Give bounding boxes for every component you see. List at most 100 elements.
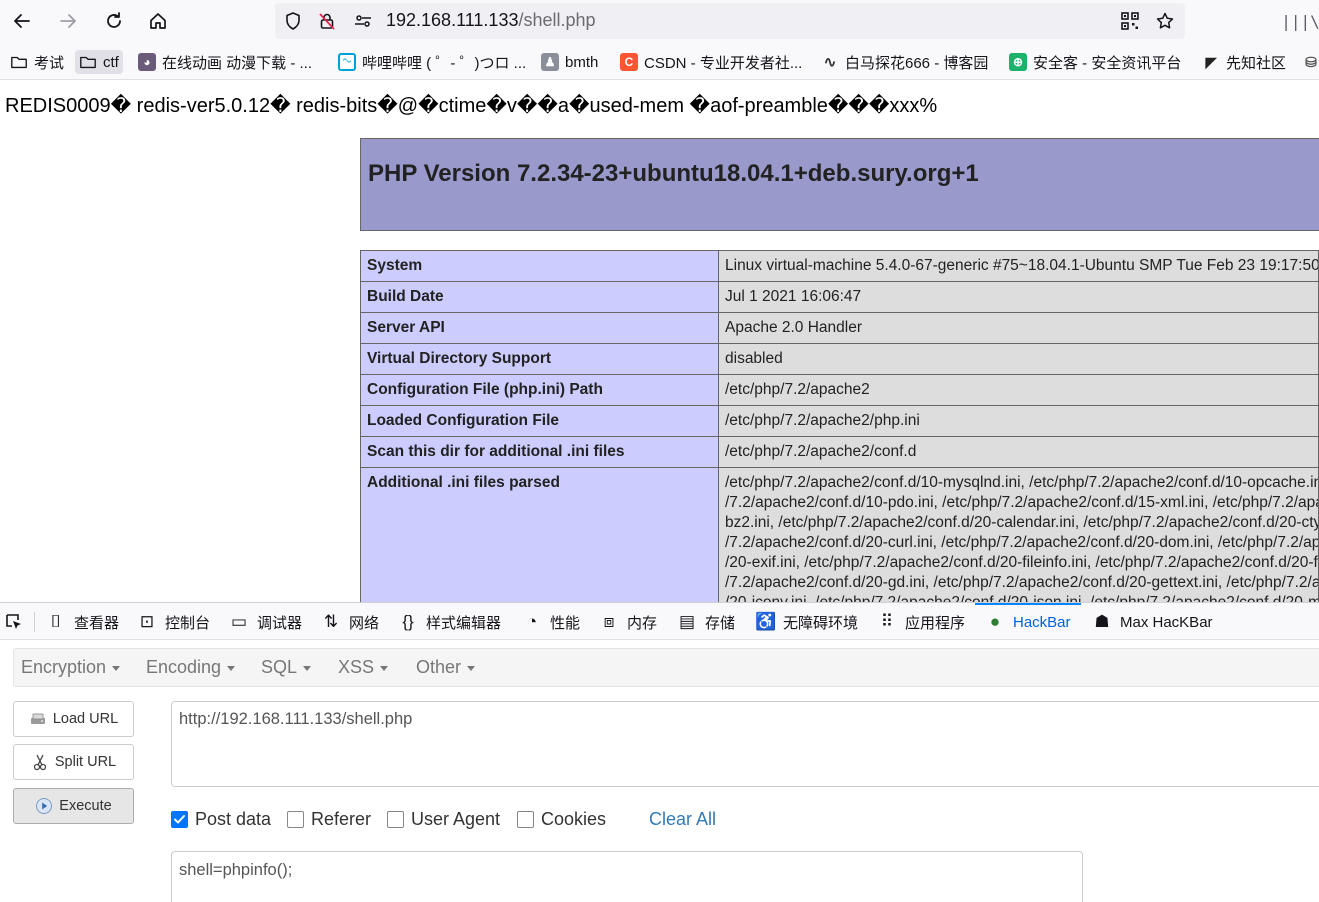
style-editor-icon: {} (402, 612, 414, 631)
tab-performance[interactable]: ◔ 性能 (522, 603, 580, 641)
redis-dump-text: REDIS0009� redis-ver5.0.12� redis-bits�@… (5, 95, 938, 117)
page-settings-icon[interactable] (353, 11, 373, 31)
user-agent-checkbox[interactable]: User Agent (387, 809, 500, 830)
row-value: Apache 2.0 Handler (718, 312, 1319, 344)
table-row: Server API Apache 2.0 Handler (360, 312, 1319, 344)
insecure-lock-icon[interactable] (317, 11, 337, 31)
forward-arrow-icon (60, 14, 76, 28)
table-row: Additional .ini files parsed /etc/php/7.… (360, 467, 1319, 602)
table-row: Scan this dir for additional .ini files … (360, 436, 1319, 468)
inspector-icon: ⌷ (50, 612, 62, 631)
tab-application[interactable]: ⠿ 应用程序 (877, 603, 965, 641)
tab-style-editor[interactable]: {} 样式编辑器 (398, 603, 501, 641)
execute-button[interactable]: Execute (13, 788, 134, 824)
home-button[interactable] (142, 5, 174, 37)
scissors-icon (31, 753, 49, 771)
caret-down-icon (380, 665, 389, 671)
tab-max-hackbar[interactable]: ☗ Max HacKBar (1092, 603, 1212, 641)
tab-storage[interactable]: ▤ 存储 (677, 603, 735, 641)
row-key: Scan this dir for additional .ini files (360, 436, 719, 468)
bilibili-favicon: ᵔᵕ (338, 53, 356, 71)
library-icon[interactable]: |||\ (1281, 5, 1319, 37)
tab-inspector[interactable]: ⌷ 查看器 (46, 603, 119, 641)
checkbox-unchecked-icon[interactable] (517, 811, 534, 828)
tab-label: 控制台 (165, 614, 211, 632)
tab-accessibility[interactable]: ♿ 无障碍环境 (755, 603, 858, 641)
tracking-protection-shield-icon[interactable] (283, 11, 303, 31)
tab-label: 样式编辑器 (426, 614, 502, 632)
tab-label: 网络 (349, 614, 380, 632)
url-host: 192.168.111.133 (386, 10, 519, 30)
tab-label: HackBar (1013, 613, 1071, 631)
bookmark-csdn[interactable]: C CSDN - 专业开发者社... (620, 50, 802, 74)
reload-icon (107, 12, 121, 28)
tab-console[interactable]: ⊡ 控制台 (137, 603, 210, 641)
caret-down-icon (227, 665, 236, 671)
cookies-checkbox[interactable]: Cookies (517, 809, 606, 830)
load-url-button[interactable]: Load URL (13, 701, 134, 737)
tab-memory[interactable]: ⧈ 内存 (599, 603, 657, 641)
bookmarks-overflow-icon[interactable]: ⛁ (1302, 50, 1319, 74)
bookmark-anime[interactable]: ◕ 在线动画 动漫下载 - ... (138, 50, 312, 74)
bookmark-star-icon[interactable] (1155, 11, 1175, 31)
tab-label: 无障碍环境 (783, 614, 859, 632)
bookmark-label: 白马探花666 - 博客园 (845, 54, 989, 72)
load-url-icon (29, 710, 47, 728)
devtools-toolbar: ⌷ 查看器 ⊡ 控制台 ▭ 调试器 ⇅ 网络 {} 样式编辑器 ◔ 性能 ⧈ 内… (0, 602, 1319, 640)
bookmark-label: CSDN - 专业开发者社... (644, 54, 803, 72)
bookmark-bilibili[interactable]: ᵔᵕ 哔哩哔哩 ( ゜- ゜)つロ ... (338, 50, 526, 74)
address-bar[interactable]: 192.168.111.133/shell.php (275, 3, 1185, 39)
bookmark-bmth[interactable]: ♟ bmth (541, 50, 598, 74)
play-icon (35, 797, 53, 815)
bookmark-anquanke[interactable]: ⊕ 安全客 - 安全资讯平台 (1009, 50, 1181, 74)
url-text[interactable]: 192.168.111.133/shell.php (386, 10, 596, 31)
max-hackbar-icon: ☗ (1094, 612, 1110, 631)
bookmark-folder-exam[interactable]: 考试 (10, 50, 64, 74)
bookmark-label: ctf (103, 53, 119, 71)
storage-icon: ▤ (678, 612, 696, 631)
row-key: Build Date (360, 281, 719, 313)
forward-button[interactable] (52, 5, 84, 37)
caret-down-icon (467, 665, 476, 671)
reload-button[interactable] (98, 5, 130, 37)
checkbox-label: User Agent (411, 809, 501, 829)
tab-hackbar[interactable]: ● HackBar (975, 603, 1081, 641)
post-data-checkbox[interactable]: Post data (171, 809, 271, 830)
menu-sql[interactable]: SQL (261, 657, 312, 678)
element-picker-icon[interactable] (4, 612, 24, 632)
csdn-favicon: C (620, 53, 638, 71)
url-textarea[interactable]: http://192.168.111.133/shell.php (171, 701, 1319, 787)
tab-label: 存储 (705, 614, 736, 632)
phpinfo-table: System Linux virtual-machine 5.4.0-67-ge… (360, 250, 1319, 602)
ini-line: /7.2/apache2/conf.d/10-pdo.ini, /etc/php… (725, 494, 1318, 511)
bookmark-cnblogs[interactable]: ∿ 白马探花666 - 博客园 (821, 50, 989, 74)
row-value: Jul 1 2021 16:06:47 (718, 281, 1319, 313)
menu-other[interactable]: Other (416, 657, 476, 678)
anime-favicon: ◕ (138, 53, 156, 71)
table-row: Loaded Configuration File /etc/php/7.2/a… (360, 405, 1319, 437)
table-row: Configuration File (php.ini) Path /etc/p… (360, 374, 1319, 406)
referer-checkbox[interactable]: Referer (287, 809, 371, 830)
tab-network[interactable]: ⇅ 网络 (321, 603, 379, 641)
clear-all-link[interactable]: Clear All (649, 809, 716, 830)
checkbox-label: Cookies (541, 809, 607, 829)
checkbox-checked-icon[interactable] (171, 811, 188, 828)
caret-down-icon (303, 665, 312, 671)
accessibility-icon: ♿ (755, 612, 777, 631)
menu-xss[interactable]: XSS (338, 657, 389, 678)
back-button[interactable] (6, 5, 38, 37)
post-data-textarea[interactable]: shell=phpinfo(); (171, 851, 1083, 902)
qr-code-icon[interactable] (1120, 11, 1140, 31)
tab-debugger[interactable]: ▭ 调试器 (229, 603, 302, 641)
menu-encryption[interactable]: Encryption (21, 657, 121, 678)
bookmark-folder-ctf[interactable]: ctf (75, 50, 123, 74)
ini-line: /etc/php/7.2/apache2/conf.d/10-mysqlnd.i… (725, 474, 1319, 491)
row-value: /etc/php/7.2/apache2/php.ini (718, 405, 1319, 437)
checkbox-unchecked-icon[interactable] (287, 811, 304, 828)
bookmark-label: 哔哩哔哩 ( ゜- ゜)つロ ... (362, 54, 527, 72)
row-value: Linux virtual-machine 5.4.0-67-generic #… (718, 250, 1319, 282)
menu-encoding[interactable]: Encoding (146, 657, 236, 678)
bookmark-xianzhi[interactable]: ◤ 先知社区 (1202, 50, 1286, 74)
split-url-button[interactable]: Split URL (13, 744, 134, 780)
checkbox-unchecked-icon[interactable] (387, 811, 404, 828)
